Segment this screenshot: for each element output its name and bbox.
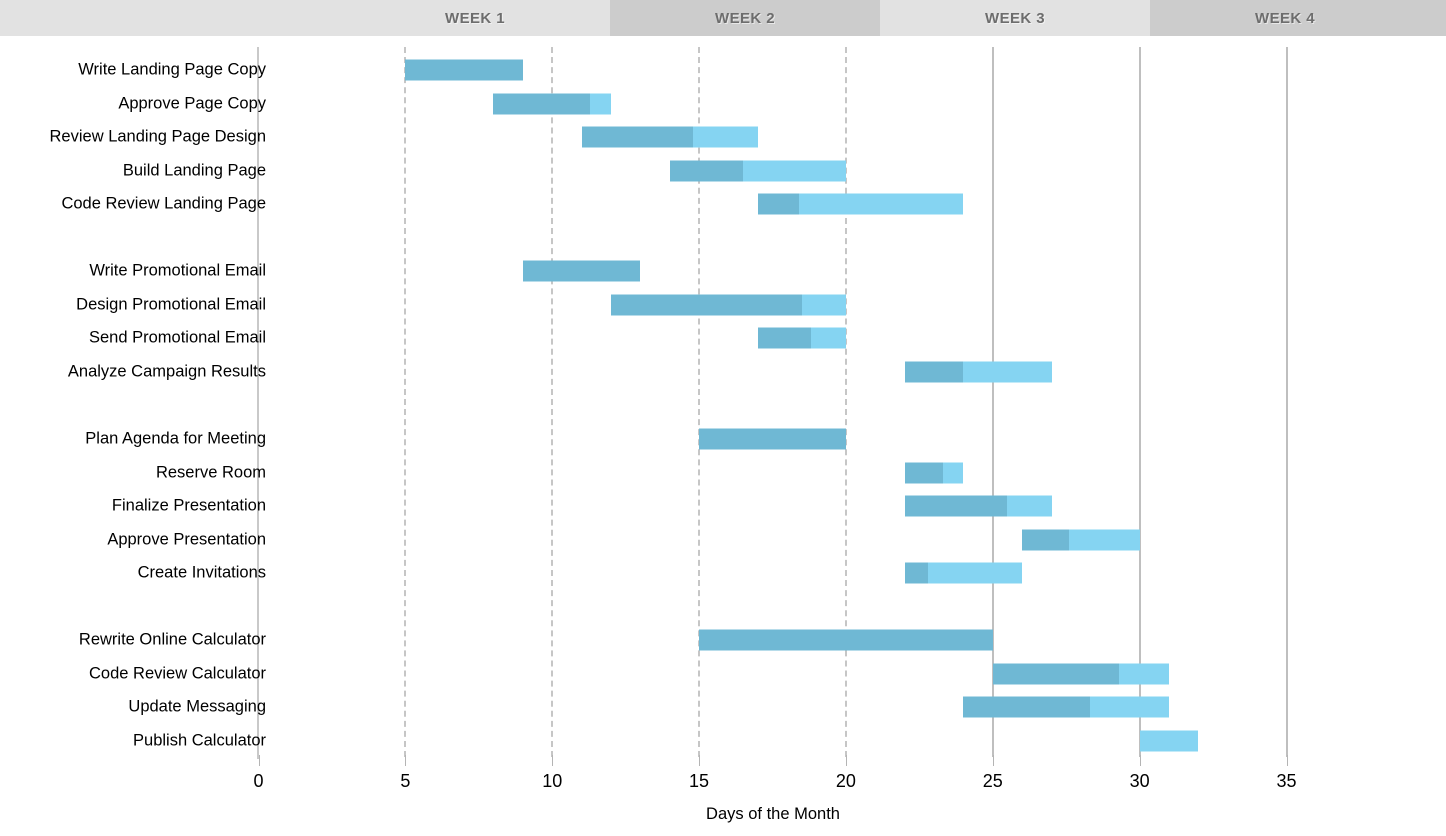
x-axis-tick-label: 10 xyxy=(542,771,563,791)
week-label: WEEK 2 xyxy=(715,9,775,27)
x-axis-tick xyxy=(258,755,260,766)
x-axis-tick xyxy=(992,755,994,766)
x-axis-tick-label: 20 xyxy=(835,771,856,791)
week-header-bar: WEEK 1 WEEK 2 WEEK 3 WEEK 4 xyxy=(0,0,1446,36)
x-axis-title: Days of the Month xyxy=(706,805,840,823)
gantt-chart: Write Landing Page Copy Approve Page Copy… xyxy=(0,36,1446,836)
x-axis-tick-label: 15 xyxy=(689,771,710,791)
x-axis-tick-label: 0 xyxy=(253,771,264,791)
week-label: WEEK 4 xyxy=(1255,9,1315,27)
week-label: WEEK 1 xyxy=(445,9,505,27)
x-axis-tick xyxy=(552,755,554,766)
x-axis-tick xyxy=(1139,755,1141,766)
x-axis-tick-label: 25 xyxy=(982,771,1003,791)
x-axis-tick-label: 30 xyxy=(1129,771,1150,791)
x-axis-tick xyxy=(1286,755,1288,766)
week-label: WEEK 3 xyxy=(985,9,1045,27)
week-band-2: WEEK 2 xyxy=(610,0,880,36)
week-band-1: WEEK 1 xyxy=(340,0,610,36)
x-axis-layer: 0 5 10 15 20 25 30 35 xyxy=(0,36,1446,836)
x-axis-tick xyxy=(699,755,701,766)
week-band-filler-right xyxy=(1420,0,1446,36)
x-axis-tick-label: 35 xyxy=(1276,771,1297,791)
x-axis-tick-label: 5 xyxy=(400,771,411,791)
week-band-4: WEEK 4 xyxy=(1150,0,1420,36)
x-axis-tick xyxy=(845,755,847,766)
x-axis-tick xyxy=(405,755,407,766)
week-band-filler-left xyxy=(0,0,340,36)
week-band-3: WEEK 3 xyxy=(880,0,1150,36)
